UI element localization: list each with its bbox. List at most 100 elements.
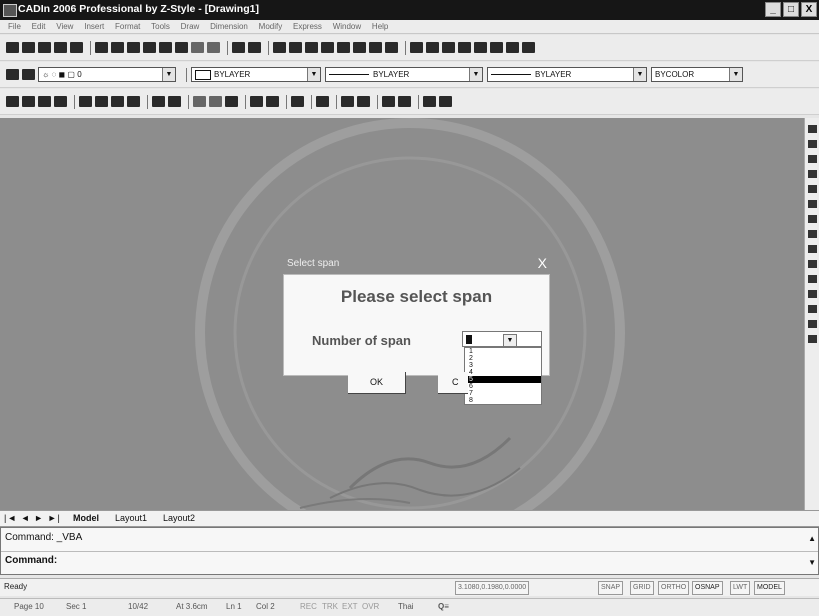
table-icon[interactable] (490, 42, 503, 53)
menu-tools[interactable]: Tools (151, 20, 170, 34)
tab-layout2[interactable]: Layout2 (160, 513, 198, 523)
inspection-icon[interactable] (266, 96, 279, 107)
command-window[interactable]: Command: _VBA Command: ▲ ▼ (0, 527, 819, 575)
select-box[interactable]: ▼ (462, 331, 542, 347)
tab-navigation-arrows[interactable]: |◄ ◄ ► ►| (4, 513, 61, 523)
span-option[interactable]: 3 (465, 362, 541, 369)
chevron-down-icon[interactable]: ▼ (503, 334, 517, 347)
tab-layout1[interactable]: Layout1 (112, 513, 150, 523)
rotate-icon[interactable] (808, 215, 817, 223)
design-center-icon[interactable] (369, 42, 382, 53)
circle-icon[interactable] (442, 42, 455, 53)
baseline-dim-icon[interactable] (152, 96, 165, 107)
dim-manager-icon[interactable] (423, 96, 436, 107)
ovr-indicator[interactable]: OVR (362, 602, 379, 611)
zoom-extents-icon[interactable] (337, 42, 350, 53)
scroll-up-icon[interactable]: ▲ (808, 534, 816, 543)
redo-icon[interactable] (207, 42, 220, 53)
layer-manager-icon[interactable] (6, 69, 19, 80)
dim-settings-icon[interactable] (439, 96, 452, 107)
span-option[interactable]: 1 (465, 348, 541, 355)
help-icon[interactable] (248, 42, 261, 53)
menu-file[interactable]: File (8, 20, 21, 34)
properties-icon[interactable] (353, 42, 366, 53)
array-icon[interactable] (808, 185, 817, 193)
menu-modify[interactable]: Modify (259, 20, 283, 34)
lineweight-combo[interactable]: BYLAYER ▼ (487, 67, 647, 82)
lwt-toggle[interactable]: LWT (730, 581, 751, 595)
zoom-previous-icon[interactable] (321, 42, 334, 53)
menu-edit[interactable]: Edit (32, 20, 46, 34)
tolerance-icon[interactable] (225, 96, 238, 107)
span-option[interactable]: 7 (465, 390, 541, 397)
ordinate-dim-icon[interactable] (54, 96, 67, 107)
menu-help[interactable]: Help (372, 20, 388, 34)
plot-icon[interactable] (54, 42, 67, 53)
jogged-linear-icon[interactable] (291, 96, 304, 107)
move-icon[interactable] (808, 200, 817, 208)
cancel-button[interactable]: C (438, 372, 468, 394)
ortho-toggle[interactable]: ORTHO (658, 581, 690, 595)
menu-view[interactable]: View (56, 20, 73, 34)
copy-icon[interactable] (143, 42, 156, 53)
dialog-close-button[interactable]: X (538, 255, 547, 271)
chevron-down-icon[interactable]: ▼ (469, 68, 482, 81)
color-combo[interactable]: BYLAYER ▼ (191, 67, 321, 82)
arc-dim-icon[interactable] (38, 96, 51, 107)
command-prompt[interactable]: Command: (5, 555, 57, 566)
angular-dim-icon[interactable] (111, 96, 124, 107)
fillet-icon[interactable] (808, 320, 817, 328)
restore-button[interactable]: □ (783, 2, 799, 17)
offset-icon[interactable] (808, 170, 817, 178)
linetype-combo[interactable]: BYLAYER ▼ (325, 67, 483, 82)
layer-combo[interactable]: ☼ ◌ ◼ ▢ 0 ▼ (38, 67, 176, 82)
trim-icon[interactable] (808, 260, 817, 268)
break-icon[interactable] (808, 290, 817, 298)
ext-indicator[interactable]: EXT (342, 602, 358, 611)
span-option[interactable]: 4 (465, 369, 541, 376)
menu-express[interactable]: Express (293, 20, 322, 34)
pan-icon[interactable] (273, 42, 286, 53)
scroll-down-icon[interactable]: ▼ (808, 558, 816, 567)
menu-draw[interactable]: Draw (181, 20, 200, 34)
coordinates-readout[interactable]: 3.1080,0.1980,0.0000 (455, 581, 530, 595)
print-icon[interactable] (95, 42, 108, 53)
dim-update-icon[interactable] (357, 96, 370, 107)
save-icon[interactable] (38, 42, 51, 53)
center-mark-icon[interactable] (250, 96, 263, 107)
undo-icon[interactable] (191, 42, 204, 53)
preview-icon[interactable] (70, 42, 83, 53)
menu-insert[interactable]: Insert (84, 20, 104, 34)
stretch-icon[interactable] (808, 245, 817, 253)
open-icon[interactable] (22, 42, 35, 53)
chevron-down-icon[interactable]: ▼ (307, 68, 320, 81)
paste-icon[interactable] (159, 42, 172, 53)
mirror-icon[interactable] (808, 155, 817, 163)
radius-dim-icon[interactable] (79, 96, 92, 107)
span-option[interactable]: 2 (465, 355, 541, 362)
chevron-down-icon[interactable]: ▼ (729, 68, 742, 81)
copy-object-icon[interactable] (808, 140, 817, 148)
layer-icon[interactable] (474, 42, 487, 53)
app-icon[interactable] (3, 4, 17, 17)
close-drawing-icon[interactable] (232, 42, 245, 53)
snap-toggle[interactable]: SNAP (598, 581, 624, 595)
scale-icon[interactable] (808, 230, 817, 238)
span-options-list[interactable]: 12345678 (464, 347, 542, 405)
cut-icon[interactable] (127, 42, 140, 53)
layer-previous-icon[interactable] (22, 69, 35, 80)
model-toggle[interactable]: MODEL (754, 581, 785, 595)
dim-text-edit-icon[interactable] (341, 96, 354, 107)
span-count-select[interactable]: ▼ (462, 331, 542, 347)
dialog-title-bar[interactable]: Select span X (283, 254, 550, 274)
menu-format[interactable]: Format (115, 20, 140, 34)
span-option[interactable]: 5 (465, 376, 541, 383)
chamfer-icon[interactable] (808, 305, 817, 313)
grid-toggle[interactable]: GRID (630, 581, 654, 595)
span-option[interactable]: 6 (465, 383, 541, 390)
zoom-window-icon[interactable] (305, 42, 318, 53)
rec-indicator[interactable]: REC (300, 602, 317, 611)
dim-style-icon[interactable] (382, 96, 395, 107)
zoom-realtime-icon[interactable] (289, 42, 302, 53)
dim-break-icon[interactable] (209, 96, 222, 107)
